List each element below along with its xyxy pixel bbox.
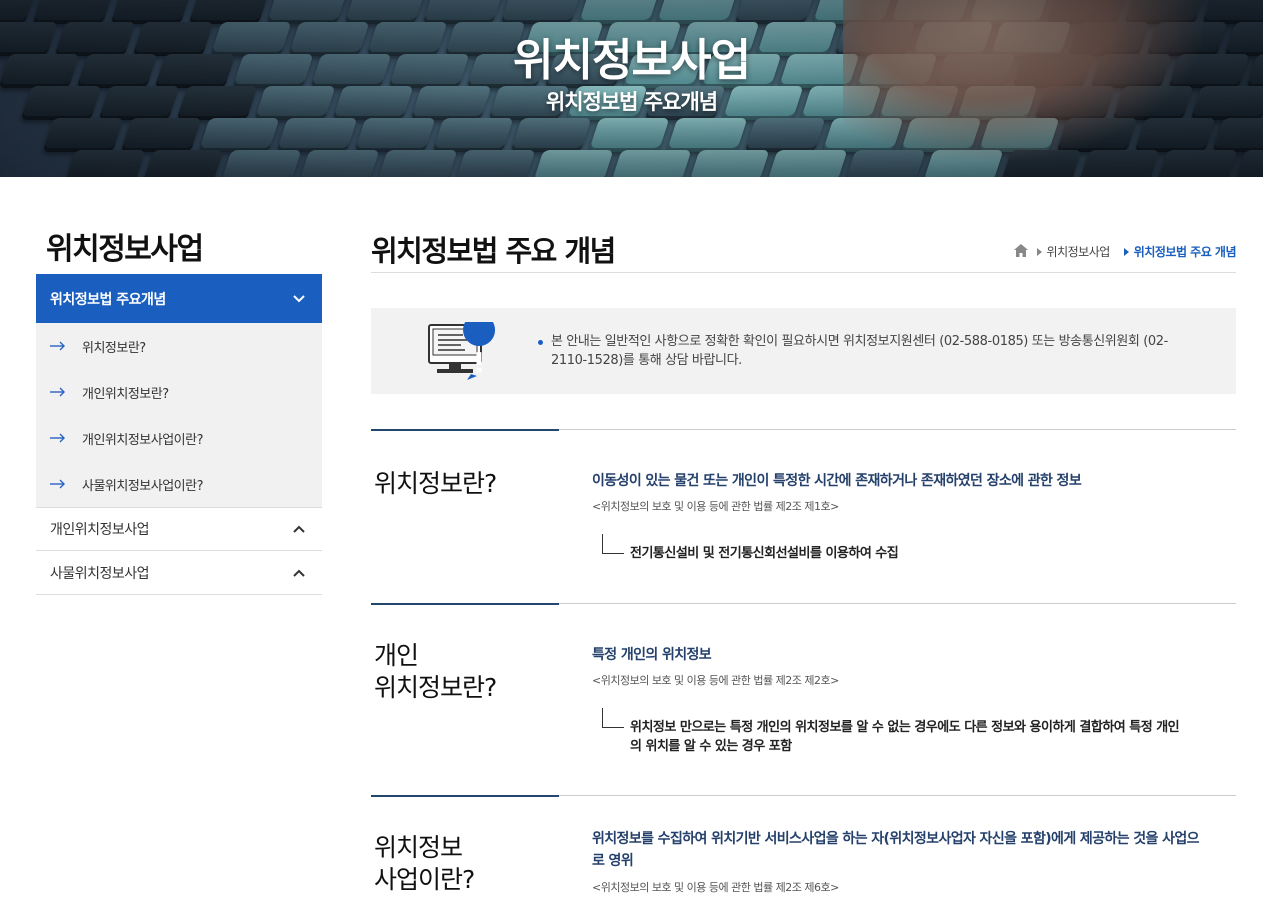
sidebar-nav: 위치정보사업 위치정보법 주요개념 위치정보란? 개인위치정보란? 개인위치정보…: [36, 224, 322, 595]
sidebar-item-label: 위치정보법 주요개념: [50, 291, 166, 308]
section-definition: 이동성이 있는 물건 또는 개인이 특정한 시간에 존재하거나 존재하였던 장소…: [592, 473, 1082, 489]
sidebar-item-location-law-concepts[interactable]: 위치정보법 주요개념: [36, 274, 322, 323]
section-law-reference: <위치정보의 보호 및 이용 등에 관한 법률 제2조 제6호>: [592, 881, 839, 894]
caret-right-icon: [1036, 247, 1042, 256]
section-title: 위치정보란?: [374, 468, 497, 500]
section-accent-line: [371, 429, 559, 431]
home-icon[interactable]: [1013, 243, 1028, 260]
section-location-info: 위치정보란? 이동성이 있는 물건 또는 개인이 특정한 시간에 존재하거나 존…: [371, 429, 1236, 603]
arrow-right-icon: [50, 387, 70, 397]
section-title-line: 위치정보란?: [374, 469, 497, 498]
section-law-reference: <위치정보의 보호 및 이용 등에 관한 법률 제2조 제2호>: [592, 674, 839, 687]
bullet-dot: [538, 340, 543, 345]
sidebar-item-personal-location-business[interactable]: 개인위치정보사업: [36, 507, 322, 551]
indent-hook: [602, 534, 624, 554]
chevron-down-icon: [290, 290, 308, 308]
breadcrumb: 위치정보사업 위치정보법 주요 개념: [1013, 243, 1237, 260]
section-title: 개인 위치정보란?: [374, 640, 497, 704]
section-location-business: 위치정보 사업이란? 위치정보를 수집하여 위치기반 서비스사업을 하는 자(위…: [371, 795, 1236, 921]
submenu-item-label: 위치정보란?: [82, 340, 146, 356]
main-content: 위치정보법 주요 개념 위치정보사업 위치정보법 주요 개념 본 안내는 일반적…: [371, 224, 1237, 894]
banner-subtitle: 위치정보법 주요개념: [545, 90, 718, 114]
indent-hook: [602, 708, 624, 728]
section-title-line: 위치정보: [374, 833, 463, 862]
arrow-right-icon: [50, 433, 70, 443]
monitor-alert-icon: [423, 314, 497, 382]
sidebar-item-object-location-business[interactable]: 사물위치정보사업: [36, 551, 322, 595]
submenu-item-label: 개인위치정보란?: [82, 386, 169, 402]
section-personal-location-info: 개인 위치정보란? 특정 개인의 위치정보 <위치정보의 보호 및 이용 등에 …: [371, 603, 1236, 795]
chevron-up-icon: [290, 564, 308, 582]
submenu-item-object-location-business[interactable]: 사물위치정보사업이란?: [36, 461, 322, 507]
arrow-right-icon: [50, 479, 70, 489]
submenu-item-personal-location-business[interactable]: 개인위치정보사업이란?: [36, 415, 322, 461]
sidebar-submenu: 위치정보란? 개인위치정보란? 개인위치정보사업이란? 사물위치정보사업이란?: [36, 323, 322, 507]
section-law-reference: <위치정보의 보호 및 이용 등에 관한 법률 제2조 제1호>: [592, 500, 839, 513]
chevron-up-icon: [290, 520, 308, 538]
section-title-line: 개인: [374, 641, 419, 670]
notice-message: 본 안내는 일반적인 사항으로 정확한 확인이 필요하시면 위치정보지원센터 (…: [551, 334, 1168, 368]
banner-title: 위치정보사업: [513, 35, 751, 86]
hero-banner: 위치정보사업 위치정보법 주요개념: [0, 0, 1263, 177]
page-header: 위치정보법 주요 개념 위치정보사업 위치정보법 주요 개념: [371, 224, 1237, 273]
caret-right-icon: [1123, 247, 1129, 256]
notice-box: 본 안내는 일반적인 사항으로 정확한 확인이 필요하시면 위치정보지원센터 (…: [371, 308, 1236, 394]
section-accent-line: [371, 795, 559, 797]
page-title: 위치정보법 주요 개념: [371, 234, 616, 268]
section-title-line: 위치정보란?: [374, 673, 497, 702]
sidebar-item-label: 개인위치정보사업: [50, 522, 150, 538]
sidebar-title: 위치정보사업: [46, 232, 204, 267]
section-note: 전기통신설비 및 전기통신회선설비를 이용하여 수집: [630, 546, 899, 561]
submenu-item-label: 사물위치정보사업이란?: [82, 478, 204, 494]
section-note: 위치정보 만으로는 특정 개인의 위치정보를 알 수 없는 경우에도 다른 정보…: [630, 720, 1180, 754]
submenu-item-personal-location-info[interactable]: 개인위치정보란?: [36, 369, 322, 415]
section-accent-line: [371, 603, 559, 605]
notice-text: 본 안내는 일반적인 사항으로 정확한 확인이 필요하시면 위치정보지원센터 (…: [538, 332, 1191, 370]
submenu-item-label: 개인위치정보사업이란?: [82, 432, 204, 448]
breadcrumb-item[interactable]: 위치정보사업: [1047, 243, 1111, 260]
breadcrumb-current: 위치정보법 주요 개념: [1133, 245, 1237, 259]
sidebar-item-label: 사물위치정보사업: [50, 565, 150, 582]
section-definition: 위치정보를 수집하여 위치기반 서비스사업을 하는 자(위치정보사업자 자신을 …: [592, 831, 1200, 869]
section-title: 위치정보 사업이란?: [374, 832, 475, 896]
arrow-right-icon: [50, 341, 70, 351]
section-title-line: 사업이란?: [374, 865, 475, 894]
submenu-item-location-info[interactable]: 위치정보란?: [36, 323, 322, 369]
section-definition: 특정 개인의 위치정보: [592, 647, 712, 663]
